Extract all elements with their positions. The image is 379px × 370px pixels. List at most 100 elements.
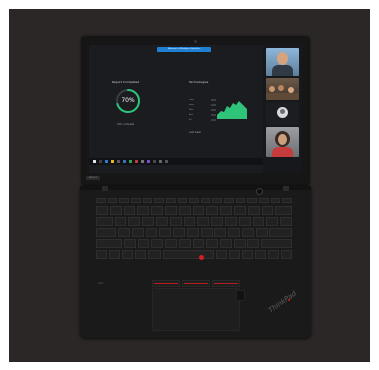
keyboard-key[interactable] <box>165 239 177 248</box>
keyboard-key[interactable] <box>142 198 153 203</box>
keyboard-key[interactable] <box>247 206 260 215</box>
keyboard-key[interactable] <box>233 239 246 248</box>
keyboard-key[interactable] <box>259 198 269 203</box>
power-button[interactable] <box>256 188 263 195</box>
keyboard-key[interactable] <box>220 206 233 215</box>
keyboard-key[interactable] <box>177 198 188 203</box>
keyboard-key[interactable] <box>96 239 123 248</box>
keyboard-key[interactable] <box>134 250 146 259</box>
start-icon[interactable] <box>93 160 96 163</box>
keyboard-key[interactable] <box>142 217 155 226</box>
keyboard-key[interactable] <box>162 250 215 259</box>
keyboard-key[interactable] <box>275 206 292 215</box>
keyboard-key[interactable] <box>224 217 237 226</box>
app-icon[interactable] <box>165 160 168 163</box>
keyboard-key[interactable] <box>261 206 274 215</box>
keyboard-key[interactable] <box>261 239 292 248</box>
keyboard-key[interactable] <box>235 198 246 203</box>
folder-icon[interactable] <box>111 160 114 163</box>
app-icon[interactable] <box>153 160 156 163</box>
keyboard-key[interactable] <box>212 198 223 203</box>
keyboard-key[interactable] <box>96 217 113 226</box>
keyboard-key[interactable] <box>131 228 144 237</box>
keyboard-key[interactable] <box>269 228 292 237</box>
keyboard-key[interactable] <box>267 250 280 259</box>
keyboard-key[interactable] <box>96 228 117 237</box>
keyboard-key[interactable] <box>220 239 232 248</box>
keyboard-key[interactable] <box>192 239 205 248</box>
touchpad[interactable] <box>152 288 240 331</box>
keyboard-key[interactable] <box>200 198 211 203</box>
keyboard-key[interactable] <box>247 239 260 248</box>
keyboard-key[interactable] <box>183 217 196 226</box>
keyboard-key[interactable] <box>107 198 118 203</box>
keyboard-key[interactable] <box>186 228 199 237</box>
keyboard-key[interactable] <box>96 198 106 203</box>
keyboard-key[interactable] <box>169 217 182 226</box>
app-icon[interactable] <box>147 160 150 163</box>
keyboard-key[interactable] <box>247 198 258 203</box>
keyboard-key[interactable] <box>280 250 292 259</box>
keyboard-key[interactable] <box>151 206 164 215</box>
keyboard-key[interactable] <box>159 228 172 237</box>
accent-stripe <box>154 283 178 284</box>
keyboard-key[interactable] <box>128 217 141 226</box>
keyboard-key[interactable] <box>252 217 265 226</box>
keyboard-key[interactable] <box>137 239 150 248</box>
keyboard-key[interactable] <box>224 198 234 203</box>
keyboard-key[interactable] <box>178 206 191 215</box>
keyboard-key[interactable] <box>216 250 228 259</box>
keyboard-key[interactable] <box>192 206 205 215</box>
search-icon[interactable] <box>99 160 102 163</box>
app-icon[interactable] <box>159 160 162 163</box>
app-icon[interactable] <box>135 160 138 163</box>
keyboard-key[interactable] <box>200 228 213 237</box>
keyboard-key[interactable] <box>119 198 129 203</box>
keyboard-key[interactable] <box>206 239 219 248</box>
keyboard-key[interactable] <box>266 217 279 226</box>
keyboard-key[interactable] <box>270 198 281 203</box>
keyboard-key[interactable] <box>229 250 241 259</box>
keyboard-key[interactable] <box>154 198 164 203</box>
keyboard-key[interactable] <box>173 228 185 237</box>
mail-icon[interactable] <box>123 160 126 163</box>
app-icon[interactable] <box>129 160 132 163</box>
trackpoint[interactable] <box>199 255 204 260</box>
keyboard-key[interactable] <box>151 239 164 248</box>
keyboard-key[interactable] <box>137 206 150 215</box>
keyboard-key[interactable] <box>280 217 292 226</box>
keyboard-key[interactable] <box>233 206 246 215</box>
keyboard-key[interactable] <box>123 206 136 215</box>
keyboard-key[interactable] <box>130 198 141 203</box>
browser-icon[interactable] <box>105 160 108 163</box>
keyboard-key[interactable] <box>96 206 108 215</box>
keyboard-key[interactable] <box>145 228 158 237</box>
keyboard-key[interactable] <box>155 217 168 226</box>
store-icon[interactable] <box>117 160 120 163</box>
keyboard-key[interactable] <box>109 206 122 215</box>
keyboard-key[interactable] <box>238 217 251 226</box>
keyboard-key[interactable] <box>96 250 108 259</box>
keyboard-key[interactable] <box>189 198 199 203</box>
keyboard-key[interactable] <box>108 250 121 259</box>
keyboard-key[interactable] <box>121 250 134 259</box>
keyboard-key[interactable] <box>282 198 292 203</box>
keyboard-key[interactable] <box>197 217 210 226</box>
keyboard-key[interactable] <box>228 228 241 237</box>
keyboard-key[interactable] <box>214 228 227 237</box>
keyboard-key[interactable] <box>211 217 224 226</box>
keyboard-key[interactable] <box>164 206 177 215</box>
keyboard-key[interactable] <box>123 239 136 248</box>
keyboard-key[interactable] <box>241 250 254 259</box>
keyboard-key[interactable] <box>241 228 254 237</box>
keyboard-key[interactable] <box>255 228 268 237</box>
keyboard-key[interactable] <box>118 228 130 237</box>
keyboard-key[interactable] <box>114 217 127 226</box>
keyboard-key[interactable] <box>178 239 191 248</box>
keyboard-key[interactable] <box>165 198 176 203</box>
app-icon[interactable] <box>141 160 144 163</box>
keyboard-key[interactable] <box>206 206 219 215</box>
keyboard-key[interactable] <box>147 250 162 259</box>
fingerprint-reader[interactable] <box>236 290 245 301</box>
keyboard-key[interactable] <box>254 250 267 259</box>
